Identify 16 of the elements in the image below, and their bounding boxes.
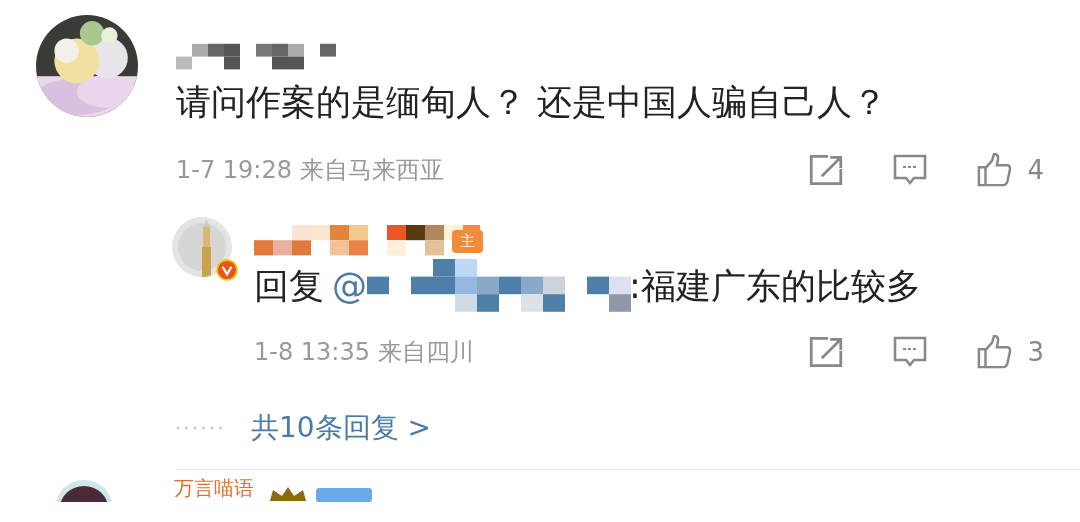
dotted-line-icon xyxy=(176,426,224,430)
thumbs-up-icon[interactable] xyxy=(975,153,1014,187)
comment-text: 请问作案的是缅甸人？ 还是中国人骗自己人？ xyxy=(176,81,889,123)
crown-icon xyxy=(268,486,308,502)
comment-time: 1-7 19:28 来自马来西亚 xyxy=(176,155,444,186)
reply-label: 回复 xyxy=(254,265,324,307)
like-count: 4 xyxy=(1027,155,1044,185)
author-badge: 主 xyxy=(452,229,483,253)
like-count: 3 xyxy=(1027,337,1044,367)
member-badge-icon xyxy=(316,488,372,502)
mention-link[interactable]: @ xyxy=(332,265,367,307)
thumbs-up-icon[interactable] xyxy=(975,335,1014,369)
username: 万言喵语 xyxy=(174,475,254,502)
reply-text: :福建广东的比较多 xyxy=(629,265,921,307)
reply-time: 1-8 13:35 来自四川 xyxy=(254,337,474,368)
more-replies-link[interactable]: 共10条回复 > xyxy=(251,409,431,447)
